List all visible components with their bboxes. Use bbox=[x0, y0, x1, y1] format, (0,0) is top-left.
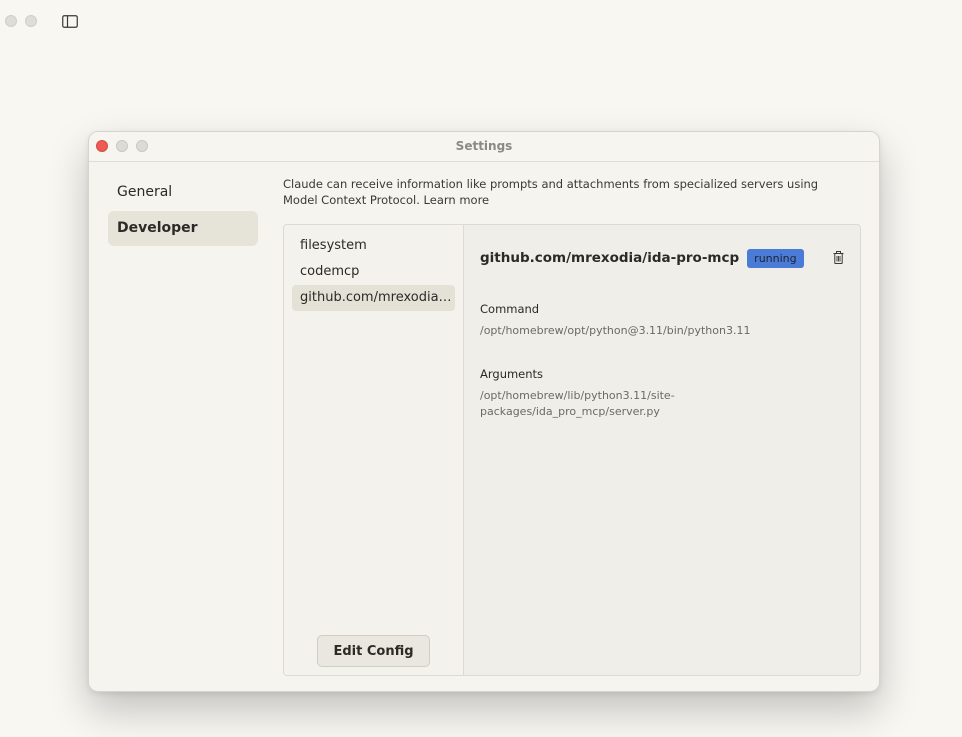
mcp-description: Claude can receive information like prom… bbox=[283, 176, 853, 208]
command-label: Command bbox=[480, 302, 540, 316]
settings-window: Settings General Developer Claude can re… bbox=[88, 131, 880, 692]
server-item-filesystem[interactable]: filesystem bbox=[292, 233, 455, 259]
server-name: github.com/mrexodia/ida-pro-mcp bbox=[480, 250, 740, 266]
server-item-ida-pro-mcp[interactable]: github.com/mrexodia/ida-pro-mcp bbox=[292, 285, 455, 311]
settings-nav: General Developer bbox=[108, 175, 258, 247]
nav-item-developer[interactable]: Developer bbox=[108, 211, 258, 246]
background-window-minimize-button[interactable] bbox=[25, 15, 37, 27]
mcp-servers-panel: filesystem codemcp github.com/mrexodia/i… bbox=[283, 224, 861, 676]
edit-config-button[interactable]: Edit Config bbox=[317, 635, 430, 667]
command-value: /opt/homebrew/opt/python@3.11/bin/python… bbox=[480, 324, 751, 337]
background-window-close-button[interactable] bbox=[5, 15, 17, 27]
trash-icon[interactable] bbox=[833, 251, 844, 264]
status-badge: running bbox=[747, 248, 804, 268]
description-text: Claude can receive information like prom… bbox=[283, 177, 819, 207]
arguments-label: Arguments bbox=[480, 367, 544, 381]
learn-more-link[interactable]: Learn more bbox=[424, 193, 490, 207]
server-detail-header: github.com/mrexodia/ida-pro-mcp running bbox=[480, 247, 804, 269]
window-title: Settings bbox=[455, 139, 513, 153]
arguments-value: /opt/homebrew/lib/python3.11/site-packag… bbox=[480, 389, 675, 418]
server-detail: github.com/mrexodia/ida-pro-mcp running … bbox=[480, 225, 860, 675]
window-titlebar: Settings bbox=[89, 132, 879, 162]
sidebar-toggle-icon[interactable] bbox=[62, 15, 78, 28]
server-list: filesystem codemcp github.com/mrexodia/i… bbox=[284, 225, 464, 675]
server-item-codemcp[interactable]: codemcp bbox=[292, 259, 455, 285]
nav-item-general[interactable]: General bbox=[108, 175, 258, 210]
